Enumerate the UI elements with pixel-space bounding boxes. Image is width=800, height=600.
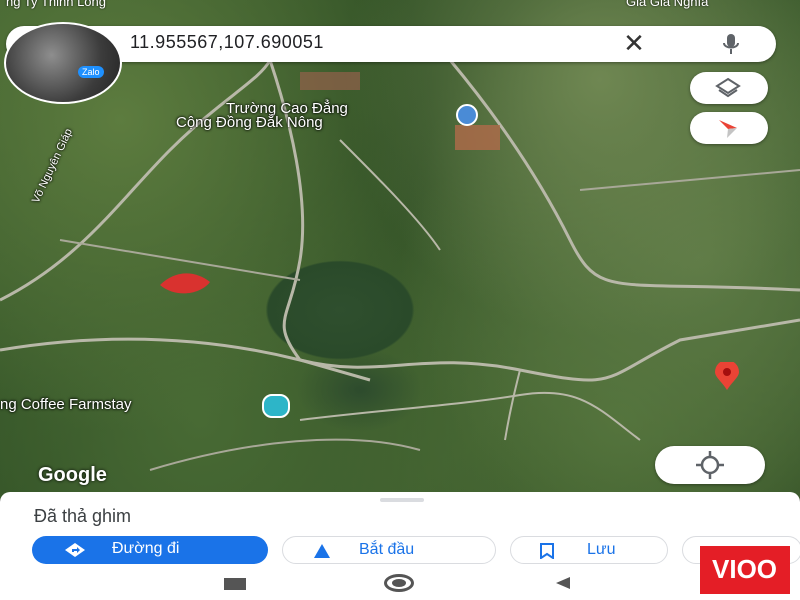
zalo-badge: Zalo: [78, 66, 104, 78]
map-label-college-2[interactable]: Cộng Đồng Đắk Nông: [176, 114, 323, 131]
directions-button[interactable]: Đường đi: [32, 536, 268, 564]
navigation-icon: [314, 544, 330, 558]
start-label: Bắt đầu: [359, 541, 415, 558]
search-query[interactable]: 11.955567,107.690051: [130, 32, 324, 53]
layers-icon: [715, 77, 741, 98]
mic-icon[interactable]: [720, 32, 742, 56]
directions-label: Đường đi: [112, 540, 180, 557]
my-location-icon: [696, 451, 724, 479]
map-roads: [0, 59, 800, 471]
directions-icon: [65, 543, 85, 557]
close-icon[interactable]: ✕: [620, 30, 648, 58]
sheet-handle[interactable]: [380, 498, 424, 502]
pin-icon[interactable]: [712, 362, 742, 392]
back-icon[interactable]: [556, 577, 570, 589]
map-label-top-left: ng Ty Thinh Long: [6, 0, 106, 9]
layers-button[interactable]: [690, 72, 768, 104]
sheet-title: Đã thả ghim: [34, 506, 132, 526]
camera-place-icon[interactable]: [262, 394, 290, 418]
android-nav-bar: [0, 572, 800, 600]
top-map-labels: ng Ty Thinh Long Gia Gia Nghĩa: [0, 0, 800, 10]
map-label-top-right: Gia Gia Nghĩa: [626, 0, 709, 9]
google-logo: Google: [38, 464, 107, 486]
home-icon[interactable]: [384, 574, 414, 592]
recents-icon[interactable]: [224, 578, 246, 590]
bottom-sheet[interactable]: Đã thả ghim Đường đi Bắt đầu Lưu: [0, 492, 800, 572]
bookmark-icon: [540, 543, 554, 559]
save-button[interactable]: Lưu: [510, 536, 668, 564]
my-location-button[interactable]: [655, 446, 765, 484]
avatar[interactable]: [4, 22, 122, 104]
satellite-map[interactable]: ng Ty Thinh Long Gia Gia Nghĩa Trường Ca…: [0, 0, 800, 500]
search-bar[interactable]: Zalo 11.955567,107.690051 ✕: [4, 22, 776, 104]
school-icon[interactable]: [456, 104, 478, 126]
compass-button[interactable]: [690, 112, 768, 144]
start-button[interactable]: Bắt đầu: [282, 536, 496, 564]
watermark-text: VIOO: [712, 554, 778, 584]
map-label-farmstay[interactable]: ng Coffee Farmstay: [0, 396, 131, 413]
vioo-watermark: VIOO: [700, 546, 790, 594]
save-label: Lưu: [587, 541, 616, 558]
compass-icon: [719, 120, 737, 138]
